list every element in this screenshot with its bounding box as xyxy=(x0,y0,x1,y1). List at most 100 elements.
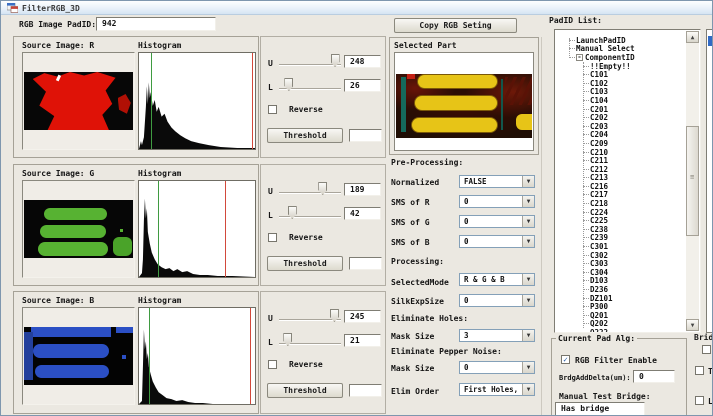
slider-track[interactable] xyxy=(279,319,341,321)
tree-item-c212[interactable]: C212 xyxy=(555,165,686,174)
selected-part-frame[interactable] xyxy=(394,52,534,151)
slider-track[interactable] xyxy=(279,192,341,194)
mask-size-1-dropdown[interactable]: 3 ▼ xyxy=(459,329,535,342)
chevron-down-icon[interactable]: ▼ xyxy=(522,176,534,187)
tree-item-c303[interactable]: C303 xyxy=(555,259,686,268)
threshold-button[interactable]: Threshold xyxy=(267,128,343,143)
tree-item-c103[interactable]: C103 xyxy=(555,88,686,97)
l-slider[interactable] xyxy=(279,333,341,348)
tree-item-c304[interactable]: C304 xyxy=(555,268,686,277)
padid-field[interactable]: 942 xyxy=(96,17,216,31)
mask-size-2-dropdown[interactable]: 0 ▼ xyxy=(459,361,535,374)
chevron-down-icon[interactable]: ▼ xyxy=(522,274,534,285)
threshold-result-field[interactable] xyxy=(349,384,382,397)
tree-item-c224[interactable]: C224 xyxy=(555,208,686,217)
reverse-checkbox[interactable] xyxy=(268,233,277,242)
chevron-down-icon[interactable]: ▼ xyxy=(522,330,534,341)
chevron-down-icon[interactable]: ▼ xyxy=(522,196,534,207)
tree-item-c204[interactable]: C204 xyxy=(555,131,686,140)
u-value-field[interactable]: 245 xyxy=(344,310,381,323)
tree-item-c209[interactable]: C209 xyxy=(555,139,686,148)
u-value-field[interactable]: 189 xyxy=(344,183,381,196)
histogram-b[interactable] xyxy=(138,307,256,405)
threshold-result-field[interactable] xyxy=(349,129,382,142)
tree-item-componentid[interactable]: -ComponentID xyxy=(555,53,686,62)
tree-item-c211[interactable]: C211 xyxy=(555,156,686,165)
tree-item-q222[interactable]: Q222 xyxy=(555,328,686,332)
slider-track[interactable] xyxy=(279,64,341,66)
histogram-g[interactable] xyxy=(138,180,256,278)
l-value-field[interactable]: 42 xyxy=(344,207,381,220)
tree-item-c102[interactable]: C102 xyxy=(555,79,686,88)
scroll-down-icon[interactable]: ▼ xyxy=(686,319,699,331)
chevron-down-icon[interactable]: ▼ xyxy=(522,384,534,395)
source-image-g[interactable] xyxy=(22,180,135,278)
l-checkbox[interactable] xyxy=(695,396,704,405)
tree-item-c101[interactable]: C101 xyxy=(555,70,686,79)
slider-track[interactable] xyxy=(279,216,341,218)
tree-item-q202[interactable]: Q202 xyxy=(555,320,686,329)
u-slider[interactable] xyxy=(279,309,341,324)
scrollbar-thumb[interactable] xyxy=(686,126,699,236)
title-bar[interactable]: FilterRGB_3D xyxy=(1,1,713,15)
elim-order-dropdown[interactable]: First Holes, ▼ xyxy=(459,383,535,396)
source-image-r[interactable] xyxy=(22,52,135,150)
tree-item-manual-select[interactable]: Manual Select xyxy=(555,45,686,54)
chevron-down-icon[interactable]: ▼ xyxy=(522,295,534,306)
threshold-button[interactable]: Threshold xyxy=(267,383,343,398)
chevron-down-icon[interactable]: ▼ xyxy=(522,362,534,373)
tree-item-c201[interactable]: C201 xyxy=(555,105,686,114)
chevron-down-icon[interactable]: ▼ xyxy=(522,216,534,227)
bridge-checkbox-partial[interactable] xyxy=(702,345,711,354)
normalized-dropdown[interactable]: FALSE ▼ xyxy=(459,175,535,188)
threshold-result-field[interactable] xyxy=(349,257,382,270)
l-slider[interactable] xyxy=(279,78,341,93)
tree-item-c302[interactable]: C302 xyxy=(555,251,686,260)
bridge-delta-field[interactable]: 0 xyxy=(633,370,675,383)
tree-item-c216[interactable]: C216 xyxy=(555,182,686,191)
sms-g-dropdown[interactable]: 0 ▼ xyxy=(459,215,535,228)
u-value-field[interactable]: 248 xyxy=(344,55,381,68)
tree-item-c202[interactable]: C202 xyxy=(555,113,686,122)
rgb-filter-checkbox[interactable] xyxy=(561,355,570,364)
tree-item-c203[interactable]: C203 xyxy=(555,122,686,131)
tree-item-c218[interactable]: C218 xyxy=(555,199,686,208)
tree-item-label[interactable]: Q222 xyxy=(590,328,608,332)
selectedmode-dropdown[interactable]: R & G & B ▼ xyxy=(459,273,535,286)
threshold-button[interactable]: Threshold xyxy=(267,256,343,271)
tree-item-q201[interactable]: Q201 xyxy=(555,311,686,320)
tree-item-d236[interactable]: D236 xyxy=(555,285,686,294)
tree-item-c210[interactable]: C210 xyxy=(555,148,686,157)
u-slider[interactable] xyxy=(279,54,341,69)
tree-scrollbar[interactable]: ▲ ▼ xyxy=(686,31,699,331)
tree-item-c225[interactable]: C225 xyxy=(555,216,686,225)
tree-item-c301[interactable]: C301 xyxy=(555,242,686,251)
tl-checkbox[interactable] xyxy=(695,366,704,375)
reverse-checkbox[interactable] xyxy=(268,105,277,114)
tree-item-launchpadid[interactable]: LaunchPadID xyxy=(555,36,686,45)
l-slider[interactable] xyxy=(279,206,341,221)
secondary-list-partial[interactable] xyxy=(706,29,713,333)
tree-item-c104[interactable]: C104 xyxy=(555,96,686,105)
reverse-checkbox[interactable] xyxy=(268,360,277,369)
source-image-b[interactable] xyxy=(22,307,135,405)
l-value-field[interactable]: 21 xyxy=(344,334,381,347)
copy-rgb-setting-button[interactable]: Copy RGB Seting xyxy=(394,18,517,33)
tree-item-p300[interactable]: P300 xyxy=(555,302,686,311)
l-value-field[interactable]: 26 xyxy=(344,79,381,92)
tree-item-c239[interactable]: C239 xyxy=(555,234,686,243)
scroll-up-icon[interactable]: ▲ xyxy=(686,31,699,43)
silkexpsize-dropdown[interactable]: 0 ▼ xyxy=(459,294,535,307)
tree-item-c238[interactable]: C238 xyxy=(555,225,686,234)
tree-item-dz101[interactable]: DZ101 xyxy=(555,294,686,303)
sms-b-dropdown[interactable]: 0 ▼ xyxy=(459,235,535,248)
padid-tree[interactable]: LaunchPadIDManual Select-ComponentID!!Em… xyxy=(554,29,701,333)
tree-item-d103[interactable]: D103 xyxy=(555,277,686,286)
histogram-r[interactable] xyxy=(138,52,256,150)
chevron-down-icon[interactable]: ▼ xyxy=(522,236,534,247)
u-slider[interactable] xyxy=(279,182,341,197)
tree-expander-icon[interactable]: - xyxy=(576,54,583,61)
tree-item-c213[interactable]: C213 xyxy=(555,174,686,183)
manual-test-bridge-field[interactable]: Has bridge xyxy=(555,402,645,416)
tree-item--empty-[interactable]: !!Empty!! xyxy=(555,62,686,71)
